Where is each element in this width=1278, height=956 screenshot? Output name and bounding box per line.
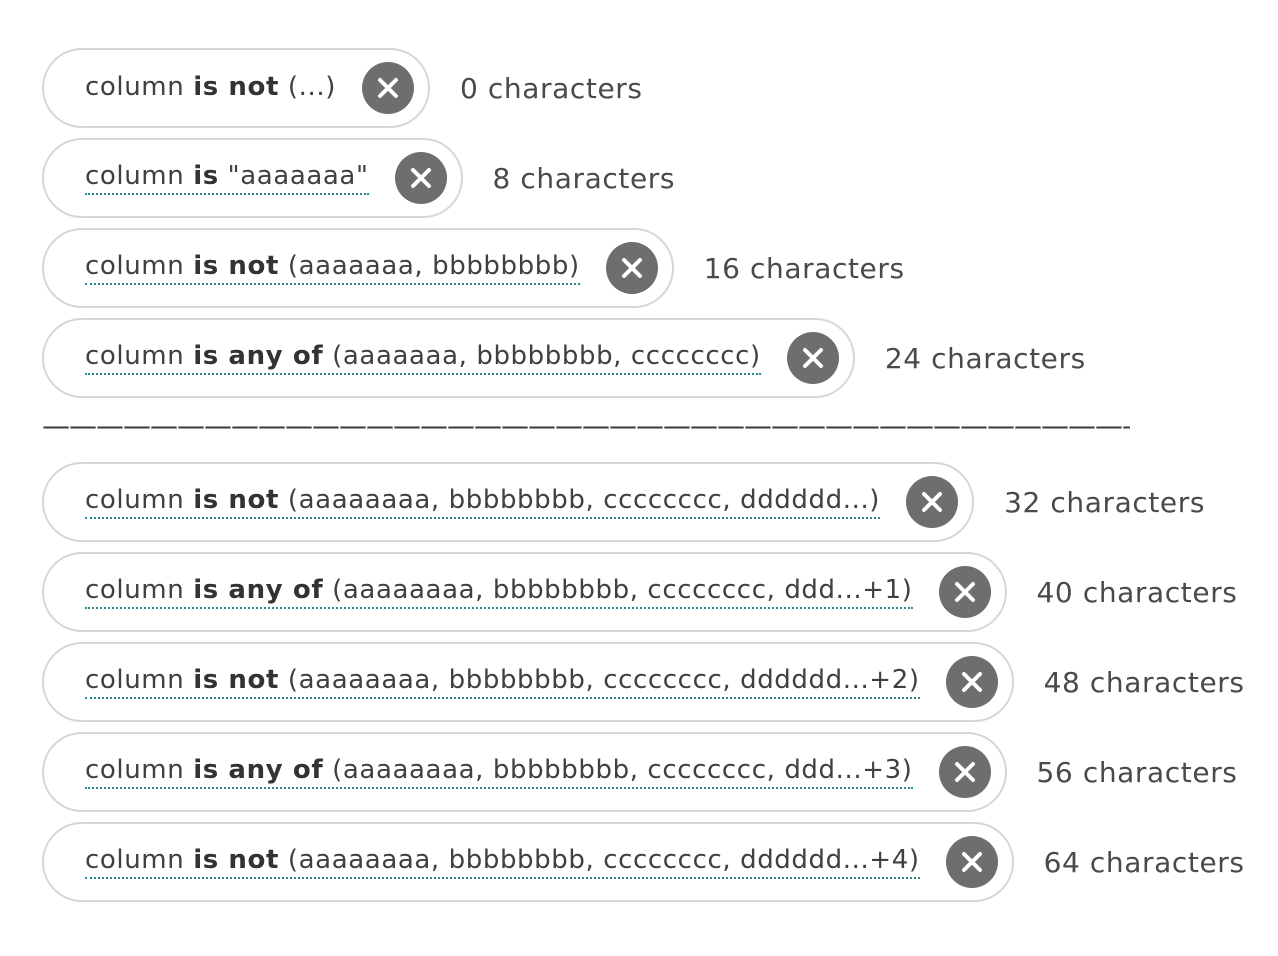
filter-pill[interactable]: column is not (aaaaaaaa, bbbbbbbb, ccccc… xyxy=(42,462,975,542)
filter-column: column xyxy=(85,341,185,371)
filter-operator: is not xyxy=(193,845,280,875)
filter-operator: is any of xyxy=(193,755,324,785)
filter-column: column xyxy=(85,251,185,281)
filter-operator: is any of xyxy=(193,575,324,605)
character-count: 40 characters xyxy=(1036,575,1238,609)
filter-column: column xyxy=(85,755,185,785)
character-count: 24 characters xyxy=(884,341,1086,375)
close-icon xyxy=(922,492,943,512)
filter-label: column is not (aaaaaaa, bbbbbbbb) xyxy=(85,251,580,285)
filter-value: (aaaaaaaa, bbbbbbbb, cccccccc, ddd...+3) xyxy=(332,755,913,785)
filter-pill[interactable]: column is any of (aaaaaaaa, bbbbbbbb, cc… xyxy=(42,732,1007,812)
filter-label: column is not (aaaaaaaa, bbbbbbbb, ccccc… xyxy=(85,845,920,879)
remove-filter-button[interactable] xyxy=(945,656,998,708)
character-count: 48 characters xyxy=(1043,665,1245,699)
filter-label: column is "aaaaaaa" xyxy=(85,161,369,195)
remove-filter-button[interactable] xyxy=(786,332,839,384)
character-count: 32 characters xyxy=(1004,485,1206,519)
filter-operator: is not xyxy=(193,72,280,102)
filter-operator: is xyxy=(193,161,219,191)
filter-row: column is any of (aaaaaaaa, bbbbbbbb, cc… xyxy=(42,732,1238,812)
close-icon xyxy=(621,258,642,278)
filter-value: (aaaaaaa, bbbbbbbb) xyxy=(287,251,580,281)
character-count: 0 characters xyxy=(460,71,643,105)
filter-row: column is "aaaaaaa" 8 characters xyxy=(42,138,675,218)
filter-pill[interactable]: column is not (aaaaaaaa, bbbbbbbb, ccccc… xyxy=(42,822,1014,902)
close-icon xyxy=(961,672,982,692)
filter-row: column is not (aaaaaaaa, bbbbbbbb, ccccc… xyxy=(42,822,1245,902)
character-count: 8 characters xyxy=(492,161,676,195)
filter-value: (aaaaaaaa, bbbbbbbb, cccccccc, dddddd...… xyxy=(287,665,920,695)
close-icon xyxy=(378,78,398,98)
close-icon xyxy=(954,762,975,782)
remove-filter-button[interactable] xyxy=(945,836,998,888)
filter-column: column xyxy=(85,161,185,191)
filter-label: column is any of (aaaaaaaa, bbbbbbbb, cc… xyxy=(85,755,913,789)
remove-filter-button[interactable] xyxy=(605,242,658,294)
filter-operator: is not xyxy=(193,485,280,515)
filter-label: column is not (...) xyxy=(85,72,336,104)
filter-label: column is not (aaaaaaaa, bbbbbbbb, ccccc… xyxy=(85,665,920,699)
filter-row: column is not (...) 0 characters xyxy=(42,48,643,128)
filter-column: column xyxy=(85,72,185,102)
filter-operator: is not xyxy=(193,251,280,281)
close-icon xyxy=(961,852,982,872)
filter-pill-demo: column is not (...) 0 characters column … xyxy=(0,0,1278,956)
close-icon xyxy=(802,348,823,368)
character-count: 56 characters xyxy=(1036,755,1238,789)
remove-filter-button[interactable] xyxy=(362,62,414,114)
divider-line: ————————————————————————————————————————… xyxy=(42,412,1130,440)
close-icon xyxy=(954,582,975,602)
filter-value: "aaaaaaa" xyxy=(227,161,369,191)
filter-pill[interactable]: column is not (aaaaaaaa, bbbbbbbb, ccccc… xyxy=(42,642,1014,722)
filter-pill[interactable]: column is "aaaaaaa" xyxy=(42,138,463,218)
remove-filter-button[interactable] xyxy=(906,476,959,528)
filter-pill[interactable]: column is any of (aaaaaaaa, bbbbbbbb, cc… xyxy=(42,552,1007,632)
filter-value: (aaaaaaaa, bbbbbbbb, cccccccc, dddddd...… xyxy=(287,485,881,515)
remove-filter-button[interactable] xyxy=(938,746,991,798)
filter-value: (aaaaaaaa, bbbbbbbb, cccccccc, ddd...+1) xyxy=(332,575,913,605)
filter-column: column xyxy=(85,575,185,605)
filter-value: (aaaaaaaa, bbbbbbbb, cccccccc, dddddd...… xyxy=(287,845,920,875)
filter-label: column is not (aaaaaaaa, bbbbbbbb, ccccc… xyxy=(85,485,881,519)
character-count: 16 characters xyxy=(703,251,905,285)
filter-column: column xyxy=(85,845,185,875)
filter-operator: is not xyxy=(193,665,280,695)
filter-row: column is not (aaaaaaaa, bbbbbbbb, ccccc… xyxy=(42,462,1205,542)
filter-column: column xyxy=(85,665,185,695)
filter-value: (aaaaaaa, bbbbbbbb, cccccccc) xyxy=(332,341,761,371)
filter-row: column is any of (aaaaaaaa, bbbbbbbb, cc… xyxy=(42,552,1238,632)
filter-pill[interactable]: column is not (...) xyxy=(42,48,430,128)
filter-row: column is not (aaaaaaa, bbbbbbbb) 16 cha… xyxy=(42,228,905,308)
filter-label: column is any of (aaaaaaaa, bbbbbbbb, cc… xyxy=(85,575,913,609)
filter-value: (...) xyxy=(287,72,336,102)
filter-operator: is any of xyxy=(193,341,324,371)
remove-filter-button[interactable] xyxy=(938,566,991,618)
filter-pill[interactable]: column is any of (aaaaaaa, bbbbbbbb, ccc… xyxy=(42,318,855,398)
filter-row: column is any of (aaaaaaa, bbbbbbbb, ccc… xyxy=(42,318,1086,398)
close-icon xyxy=(410,168,431,188)
filter-row: column is not (aaaaaaaa, bbbbbbbb, ccccc… xyxy=(42,642,1245,722)
remove-filter-button[interactable] xyxy=(394,152,447,204)
filter-column: column xyxy=(85,485,185,515)
filter-pill[interactable]: column is not (aaaaaaa, bbbbbbbb) xyxy=(42,228,674,308)
character-count: 64 characters xyxy=(1043,845,1245,879)
filter-label: column is any of (aaaaaaa, bbbbbbbb, ccc… xyxy=(85,341,761,375)
